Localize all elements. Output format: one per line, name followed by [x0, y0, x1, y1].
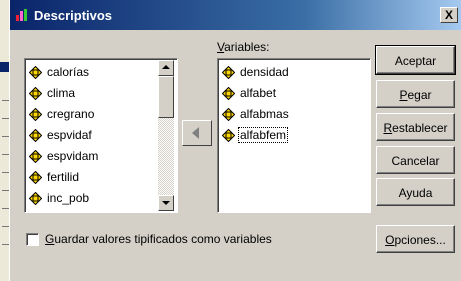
- variable-name: clima: [47, 86, 76, 100]
- scroll-up-button[interactable]: [158, 60, 174, 76]
- list-item[interactable]: alfabet: [222, 84, 277, 102]
- list-item-focused[interactable]: alfabfem: [222, 126, 289, 144]
- variable-name: cregrano: [47, 107, 95, 121]
- list-item[interactable]: densidad: [222, 63, 290, 81]
- list-item[interactable]: clima: [29, 84, 76, 102]
- pegar-label: egar: [407, 88, 432, 102]
- yellow-diamond-icon: [222, 128, 235, 142]
- up-arrow-icon: [162, 65, 170, 69]
- scroll-down-button[interactable]: [158, 195, 174, 211]
- restablecer-mnemonic: R: [383, 121, 393, 135]
- variable-name: fertilid: [47, 170, 80, 184]
- variable-name: alfabfem: [237, 127, 289, 143]
- aceptar-label: Aceptar: [394, 54, 437, 68]
- variable-name: alfabet: [240, 86, 277, 100]
- yellow-diamond-icon: [29, 170, 42, 184]
- restablecer-button[interactable]: Restablecer: [376, 113, 455, 141]
- source-variables-list[interactable]: calorías clima cregrano espvidaf espvida…: [24, 58, 178, 213]
- list-item[interactable]: calorías: [29, 63, 90, 81]
- variable-name: calorías: [47, 65, 90, 79]
- dialog-title: Descriptivos: [34, 8, 113, 23]
- ayuda-button[interactable]: Ayuda: [376, 178, 455, 206]
- scroll-thumb[interactable]: [158, 76, 174, 118]
- variable-name: alfabmas: [240, 107, 289, 121]
- descriptivos-dialog: Descriptivos X Variables: calorías clima…: [9, 0, 461, 281]
- pegar-button[interactable]: Pegar: [376, 80, 455, 108]
- yellow-diamond-icon: [29, 65, 42, 79]
- vertical-scrollbar[interactable]: [158, 60, 174, 211]
- restablecer-label: establecer: [392, 121, 448, 135]
- list-item[interactable]: espvidaf: [29, 126, 93, 144]
- variable-name: espvidam: [47, 149, 99, 163]
- list-item[interactable]: alfabmas: [222, 105, 290, 123]
- guardar-mnemonic: G: [45, 232, 55, 246]
- opciones-button[interactable]: Opciones...: [376, 225, 455, 253]
- variable-name: densidad: [240, 65, 289, 79]
- aceptar-button[interactable]: Aceptar: [375, 45, 456, 75]
- yellow-diamond-icon: [29, 149, 42, 163]
- opciones-label: pciones...: [394, 233, 446, 247]
- target-variables-list[interactable]: densidad alfabet alfabmas alfabfem: [217, 58, 371, 213]
- down-arrow-icon: [162, 201, 170, 205]
- yellow-diamond-icon: [29, 191, 42, 205]
- move-variable-button[interactable]: [182, 120, 212, 146]
- yellow-diamond-icon: [29, 128, 42, 142]
- app-icon: [16, 9, 27, 21]
- guardar-label-text: uardar valores tipificados como variable…: [54, 232, 272, 246]
- close-button[interactable]: X: [440, 7, 458, 23]
- variable-name: inc_pob: [47, 191, 90, 205]
- variables-label: Variables:: [217, 40, 269, 54]
- list-item[interactable]: espvidam: [29, 147, 99, 165]
- variable-name: espvidaf: [47, 128, 92, 142]
- guardar-tipificados-label: Guardar valores tipificados como variabl…: [45, 232, 272, 246]
- guardar-tipificados-checkbox[interactable]: [26, 232, 39, 246]
- cancelar-label: Cancelar: [391, 154, 440, 168]
- yellow-diamond-icon: [222, 86, 235, 100]
- yellow-diamond-icon: [29, 107, 42, 121]
- list-item[interactable]: fertilid: [29, 168, 80, 186]
- guardar-tipificados-option[interactable]: Guardar valores tipificados como variabl…: [26, 232, 272, 246]
- yellow-diamond-icon: [29, 86, 42, 100]
- left-arrow-icon: [192, 127, 199, 139]
- list-item[interactable]: inc_pob: [29, 189, 90, 207]
- list-item[interactable]: cregrano: [29, 105, 95, 123]
- yellow-diamond-icon: [222, 65, 235, 79]
- ayuda-label: Ayuda: [398, 186, 433, 200]
- cancelar-button[interactable]: Cancelar: [376, 146, 455, 174]
- title-bar[interactable]: Descriptivos X: [10, 0, 461, 30]
- variables-label-text: ariables:: [224, 40, 270, 54]
- close-icon: X: [444, 8, 453, 22]
- yellow-diamond-icon: [222, 107, 235, 121]
